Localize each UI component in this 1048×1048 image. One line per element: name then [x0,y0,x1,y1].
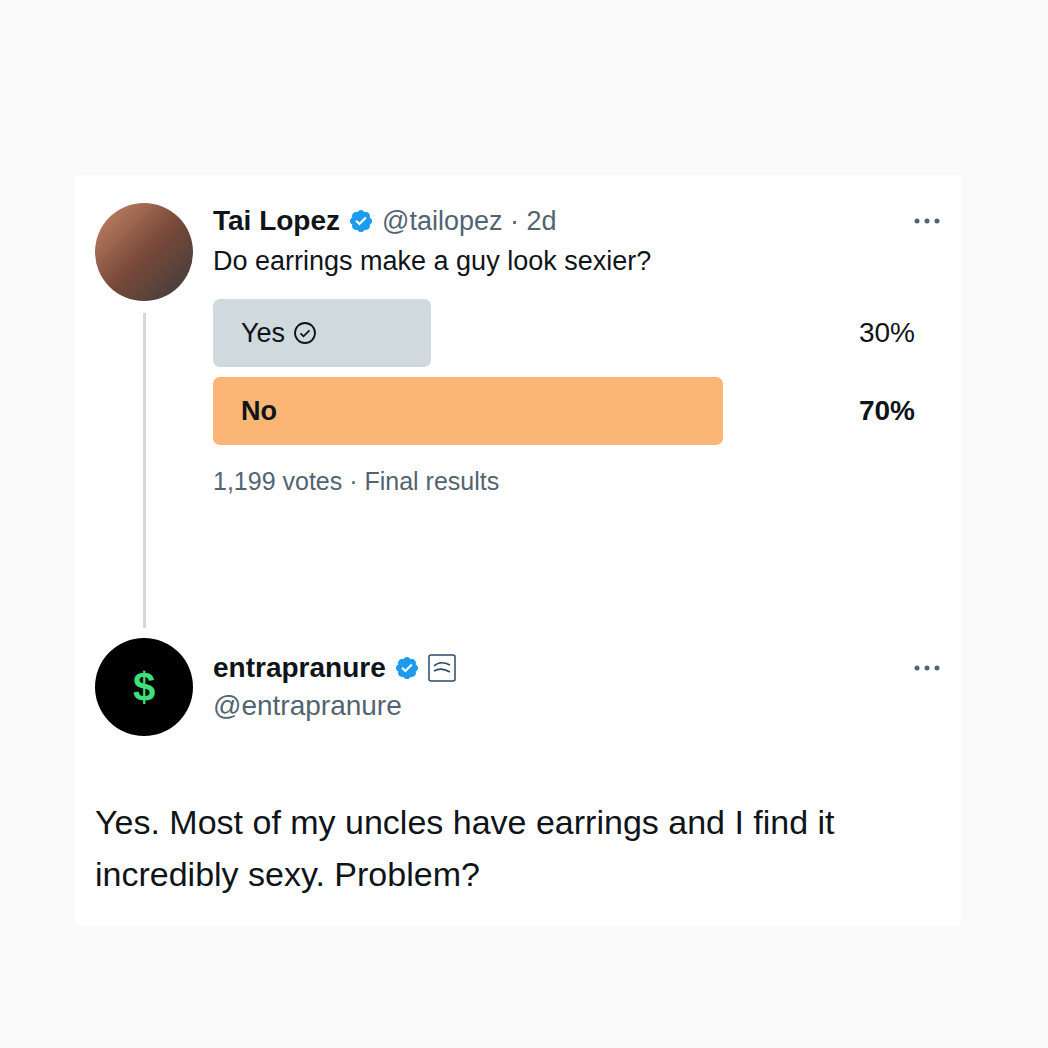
poll: Yes 30% No 70% [213,299,941,445]
affiliate-badge-icon [428,654,456,682]
reply-avatar[interactable]: $ [95,638,193,736]
poll-percent: 70% [859,395,941,427]
post-header: Tai Lopez @tailopez · 2d [213,205,941,237]
reply-header-row: $ entrapranure @entrapranure [95,638,941,736]
verified-icon [394,655,420,681]
thread-card: Tai Lopez @tailopez · 2d Do earrings make … [75,175,961,925]
reply-header: entrapranure @entrapranure [213,638,941,736]
post-body: Tai Lopez @tailopez · 2d Do earrings make … [213,203,941,628]
post: Tai Lopez @tailopez · 2d Do earrings make … [95,203,941,628]
post-text: Do earrings make a guy look sexier? [213,243,941,279]
page: Tai Lopez @tailopez · 2d Do earrings make … [0,0,1048,1048]
reply-name-row: entrapranure [213,652,941,684]
check-circle-icon [293,321,317,345]
poll-option: Yes 30% [213,299,941,367]
post-avatar-column [95,203,193,628]
reply-text: Yes. Most of my uncles have earrings and… [95,796,941,900]
poll-option-label: No [241,396,277,427]
author-name[interactable]: Tai Lopez [213,205,340,237]
author-meta: @tailopez · 2d [382,206,557,237]
author-name[interactable]: entrapranure [213,652,386,684]
poll-option: No 70% [213,377,941,445]
poll-bar: No [213,377,723,445]
more-icon[interactable] [913,664,941,672]
avatar[interactable] [95,203,193,301]
verified-icon [348,208,374,234]
author-handle: @entrapranure [213,690,941,722]
thread-line [143,313,146,628]
poll-option-label: Yes [241,318,285,349]
poll-percent: 30% [859,317,941,349]
poll-footer: 1,199 votes · Final results [213,467,941,496]
more-icon[interactable] [913,217,941,225]
poll-bar: Yes [213,299,431,367]
